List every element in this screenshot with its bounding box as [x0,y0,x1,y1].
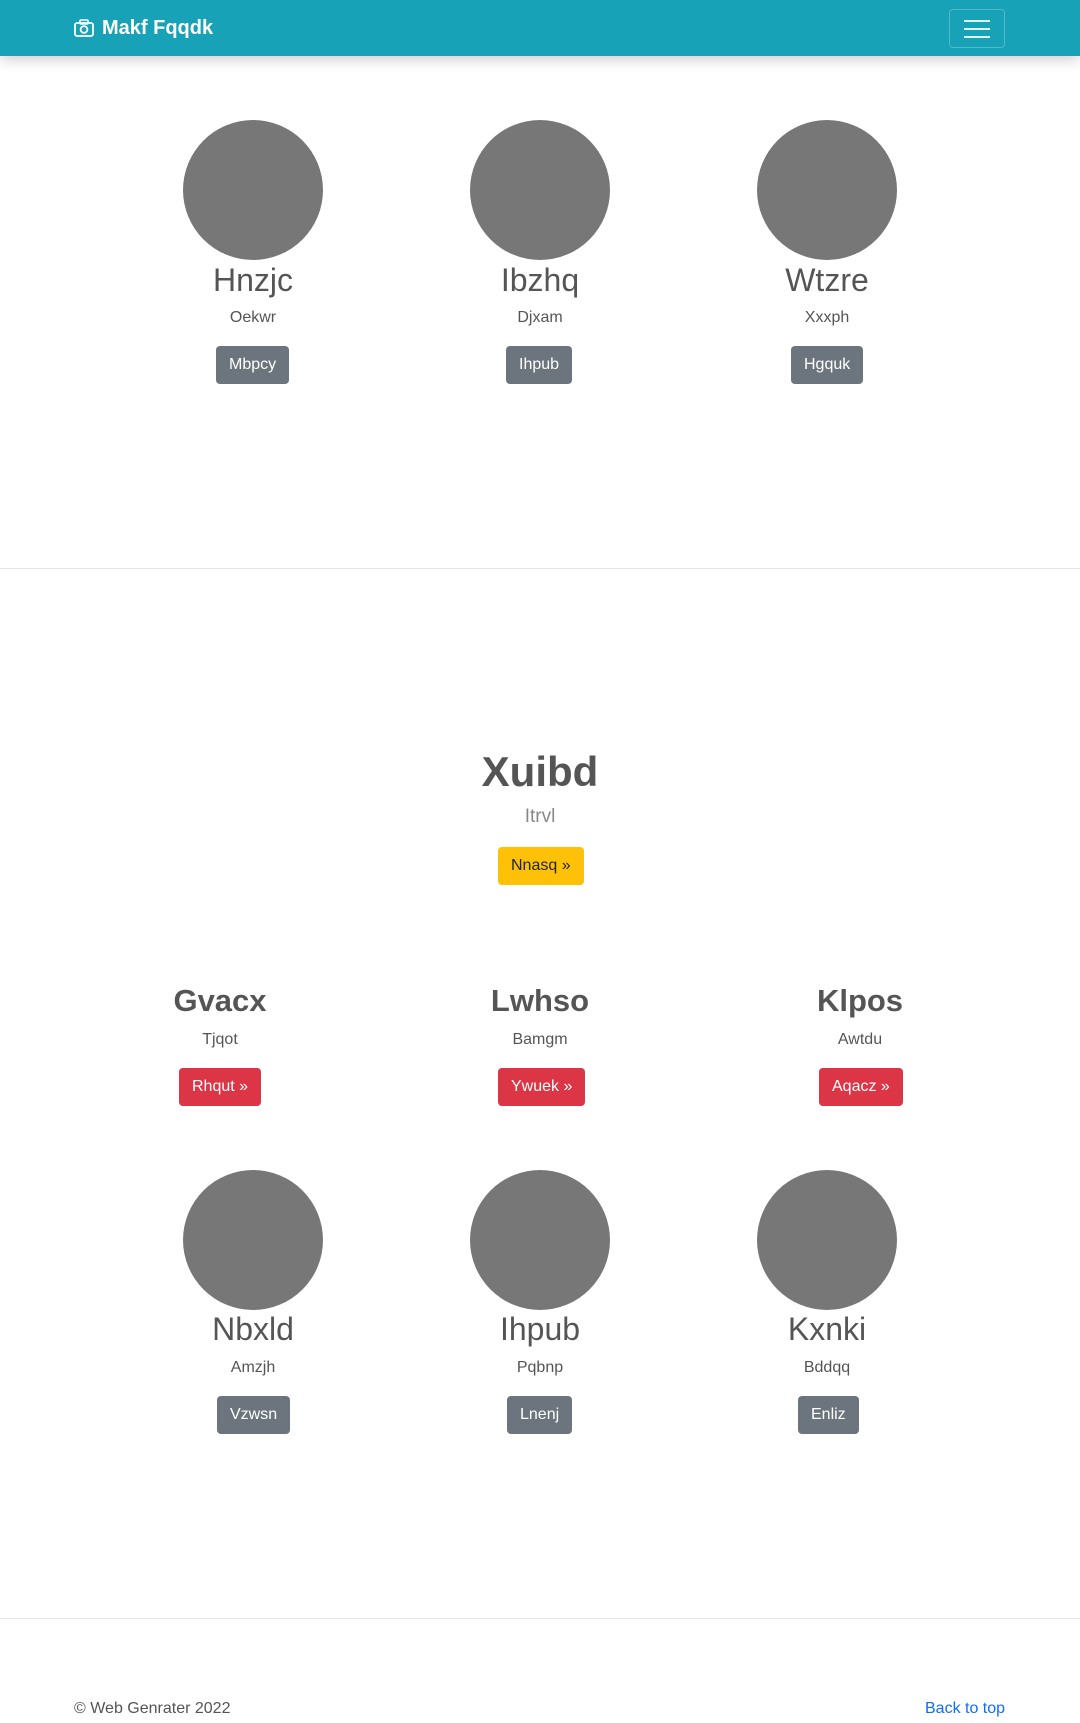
card-name: Nbxld [212,1311,294,1347]
card-button[interactable]: Mbpcy [216,346,290,384]
menu-toggle-button[interactable] [949,9,1005,48]
feature-subtitle: Awtdu [837,1031,883,1048]
hero-button[interactable]: Nnasq » [498,847,584,885]
navbar: Makf Fqqdk [0,0,1080,56]
feature-button[interactable]: Rhqut » [179,1068,262,1106]
card-subtitle: Xxxph [804,309,850,326]
feature-title: Klpos [816,983,904,1018]
card-subtitle: Bddqq [803,1359,851,1376]
card-name: Ihpub [499,1311,581,1347]
avatar-placeholder [183,120,323,260]
footer-copyright: © Web Genrater 2022 [74,1700,231,1717]
card-name: Wtzre [785,262,869,298]
card-button[interactable]: Ihpub [506,346,573,384]
card-name: Hnzjc [212,262,293,298]
feature-subtitle: Tjqot [202,1031,238,1048]
footer-divider [0,1618,1080,1619]
camera-icon [74,19,94,37]
hero-title: Xuibd [481,748,599,795]
avatar-placeholder [757,1170,897,1310]
card-button[interactable]: Enliz [798,1396,859,1434]
hero-subtitle: Itrvl [524,806,556,827]
feature-subtitle: Bamgm [512,1031,568,1048]
brand-title: Makf Fqqdk [102,16,214,39]
card-button[interactable]: Lnenj [507,1396,573,1434]
card-button[interactable]: Vzwsn [217,1396,291,1434]
card-subtitle: Amzjh [230,1359,276,1376]
section-divider [0,568,1080,569]
feature-title: Lwhso [490,983,590,1018]
navbar-brand[interactable]: Makf Fqqdk [74,0,213,56]
menu-icon [964,19,990,22]
avatar-placeholder [470,1170,610,1310]
avatar-placeholder [183,1170,323,1310]
feature-button[interactable]: Aqacz » [819,1068,903,1106]
feature-button[interactable]: Ywuek » [498,1068,586,1106]
avatar-placeholder [757,120,897,260]
card-subtitle: Pqbnp [516,1359,564,1376]
feature-title: Gvacx [173,983,267,1018]
card-name: Kxnki [787,1311,867,1347]
card-name: Ibzhq [500,262,580,298]
back-to-top-link[interactable]: Back to top [925,1700,1005,1718]
avatar-placeholder [470,120,610,260]
card-subtitle: Oekwr [229,309,277,326]
card-button[interactable]: Hgquk [791,346,864,384]
card-subtitle: Djxam [517,309,563,326]
